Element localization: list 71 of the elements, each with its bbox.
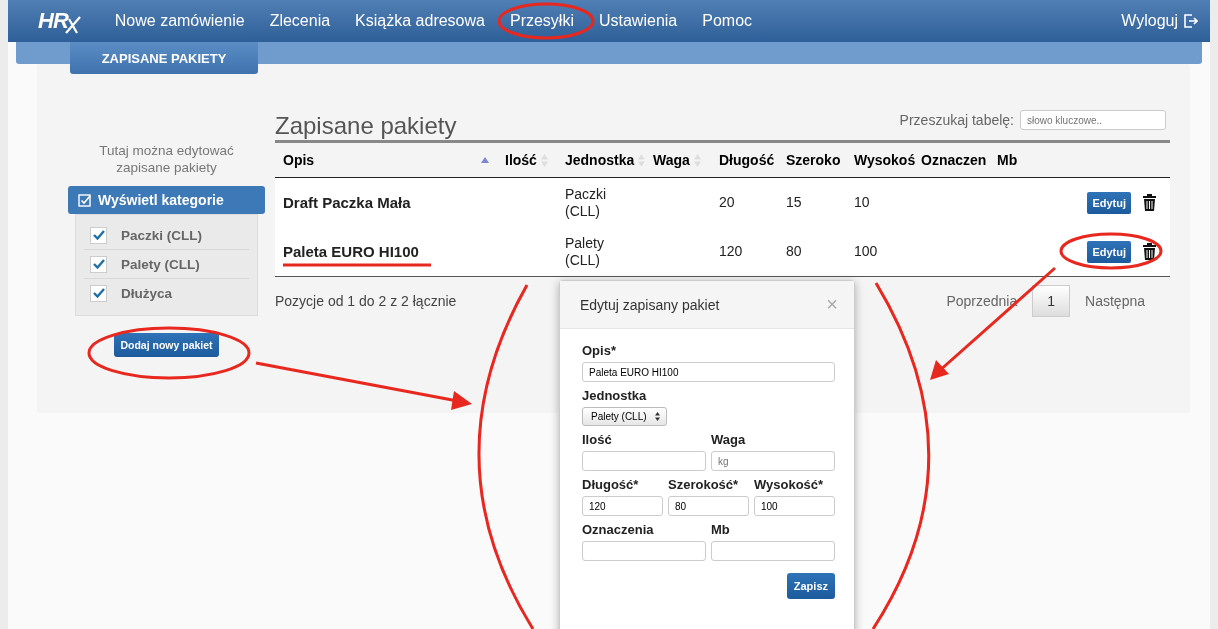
input-field[interactable]: Paleta EURO HI100 — [582, 362, 835, 382]
input-field[interactable] — [582, 451, 706, 471]
nav-link[interactable]: Zlecenia — [269, 12, 331, 30]
input-field[interactable]: 80 — [668, 496, 749, 516]
search-field[interactable]: słowo kluczowe.. — [1020, 110, 1166, 130]
field-label: Ilość — [582, 432, 613, 447]
field-label: Wysokość* — [754, 477, 825, 492]
table-cell-text: 120 — [719, 243, 744, 260]
field-label: Jednostka — [582, 388, 648, 403]
nav-link[interactable]: Pomoc — [702, 12, 753, 30]
column-header[interactable]: Ilość — [497, 152, 557, 168]
edit-button[interactable]: Edytuj — [1087, 240, 1131, 263]
section-tab[interactable]: ZAPISANE PAKIETY — [70, 42, 258, 74]
table-cell-text: Palety (CLL) — [565, 234, 605, 269]
input-field[interactable] — [582, 541, 706, 561]
table-cell-text: 10 — [854, 194, 871, 211]
table-info: Pozycje od 1 do 2 z 2 łącznie — [275, 293, 457, 309]
column-header[interactable]: Jednostka — [557, 152, 645, 168]
nav-link[interactable]: Ustawienia — [598, 12, 678, 30]
search-label: Przeszukaj tabelę: — [899, 112, 1014, 128]
save-button[interactable]: Zapisz — [786, 573, 835, 599]
pagination-link[interactable]: Następna — [1070, 285, 1160, 317]
column-header[interactable]: Mb — [989, 152, 1049, 168]
table-cell-text: 80 — [786, 243, 803, 260]
input-field[interactable]: kg — [711, 451, 835, 471]
table-cell-text: Paczki (CLL) — [565, 185, 608, 220]
pagination-link[interactable]: Poprzednia — [931, 285, 1033, 317]
table-cell-text: 100 — [854, 243, 879, 260]
input-field[interactable]: 120 — [582, 496, 663, 516]
field-label: Oznaczenia — [582, 522, 655, 537]
category-checkbox[interactable] — [90, 284, 107, 302]
column-header[interactable]: Waga — [645, 152, 711, 168]
current-page-button[interactable]: 1 — [1032, 285, 1071, 317]
table-cell-text: Draft Paczka Mała — [283, 194, 412, 211]
trash-icon[interactable] — [1143, 243, 1156, 260]
nav-link[interactable]: Książka adresowa — [355, 12, 485, 30]
column-header[interactable]: Opis — [275, 152, 497, 168]
field-label: Waga — [711, 432, 747, 447]
nav-link[interactable]: Przesyłki — [509, 12, 574, 30]
add-package-button[interactable]: Dodaj nowy pakiet — [114, 333, 219, 357]
sidebar-hint: Tutaj można edytować zapisane pakiety — [98, 142, 235, 176]
unit-select[interactable]: Palety (CLL) — [582, 407, 667, 426]
table-cell-text: 20 — [719, 194, 736, 211]
checkbox-icon — [78, 193, 92, 207]
column-header[interactable]: Długość — [711, 152, 778, 168]
logout-icon[interactable] — [1184, 14, 1198, 28]
category-panel-header[interactable]: Wyświetl kategorie — [68, 186, 265, 214]
category-label: Palety (CLL) — [121, 256, 200, 272]
column-header[interactable]: Wysokoś — [846, 152, 913, 168]
input-field[interactable]: 100 — [754, 496, 835, 516]
edit-button[interactable]: Edytuj — [1087, 191, 1131, 214]
dropdown-arrows-icon — [654, 412, 660, 421]
column-header[interactable]: Szeroko — [778, 152, 846, 168]
table-cell-text: 15 — [786, 194, 803, 211]
field-label: Mb — [711, 522, 731, 537]
logo[interactable]: HR — [38, 8, 68, 34]
nav-link[interactable]: Nowe zamówienie — [114, 12, 245, 30]
category-label: Dłużyca — [121, 285, 173, 301]
category-label: Paczki (CLL) — [121, 227, 202, 243]
category-checkbox[interactable] — [90, 255, 107, 273]
logout-link[interactable]: Wyloguj — [1121, 12, 1178, 30]
sort-ascending-icon[interactable] — [481, 156, 489, 164]
field-label: Szerokość* — [668, 477, 740, 492]
category-checkbox[interactable] — [90, 226, 107, 244]
field-label: Długość* — [582, 477, 640, 492]
table-cell-text: Paleta EURO HI100 — [283, 243, 420, 260]
input-field[interactable] — [711, 541, 835, 561]
dialog-title: Edytuj zapisany pakiet — [580, 296, 720, 313]
field-label: Opis* — [582, 343, 617, 358]
page-title: Zapisane pakiety — [275, 112, 457, 140]
trash-icon[interactable] — [1143, 194, 1156, 211]
